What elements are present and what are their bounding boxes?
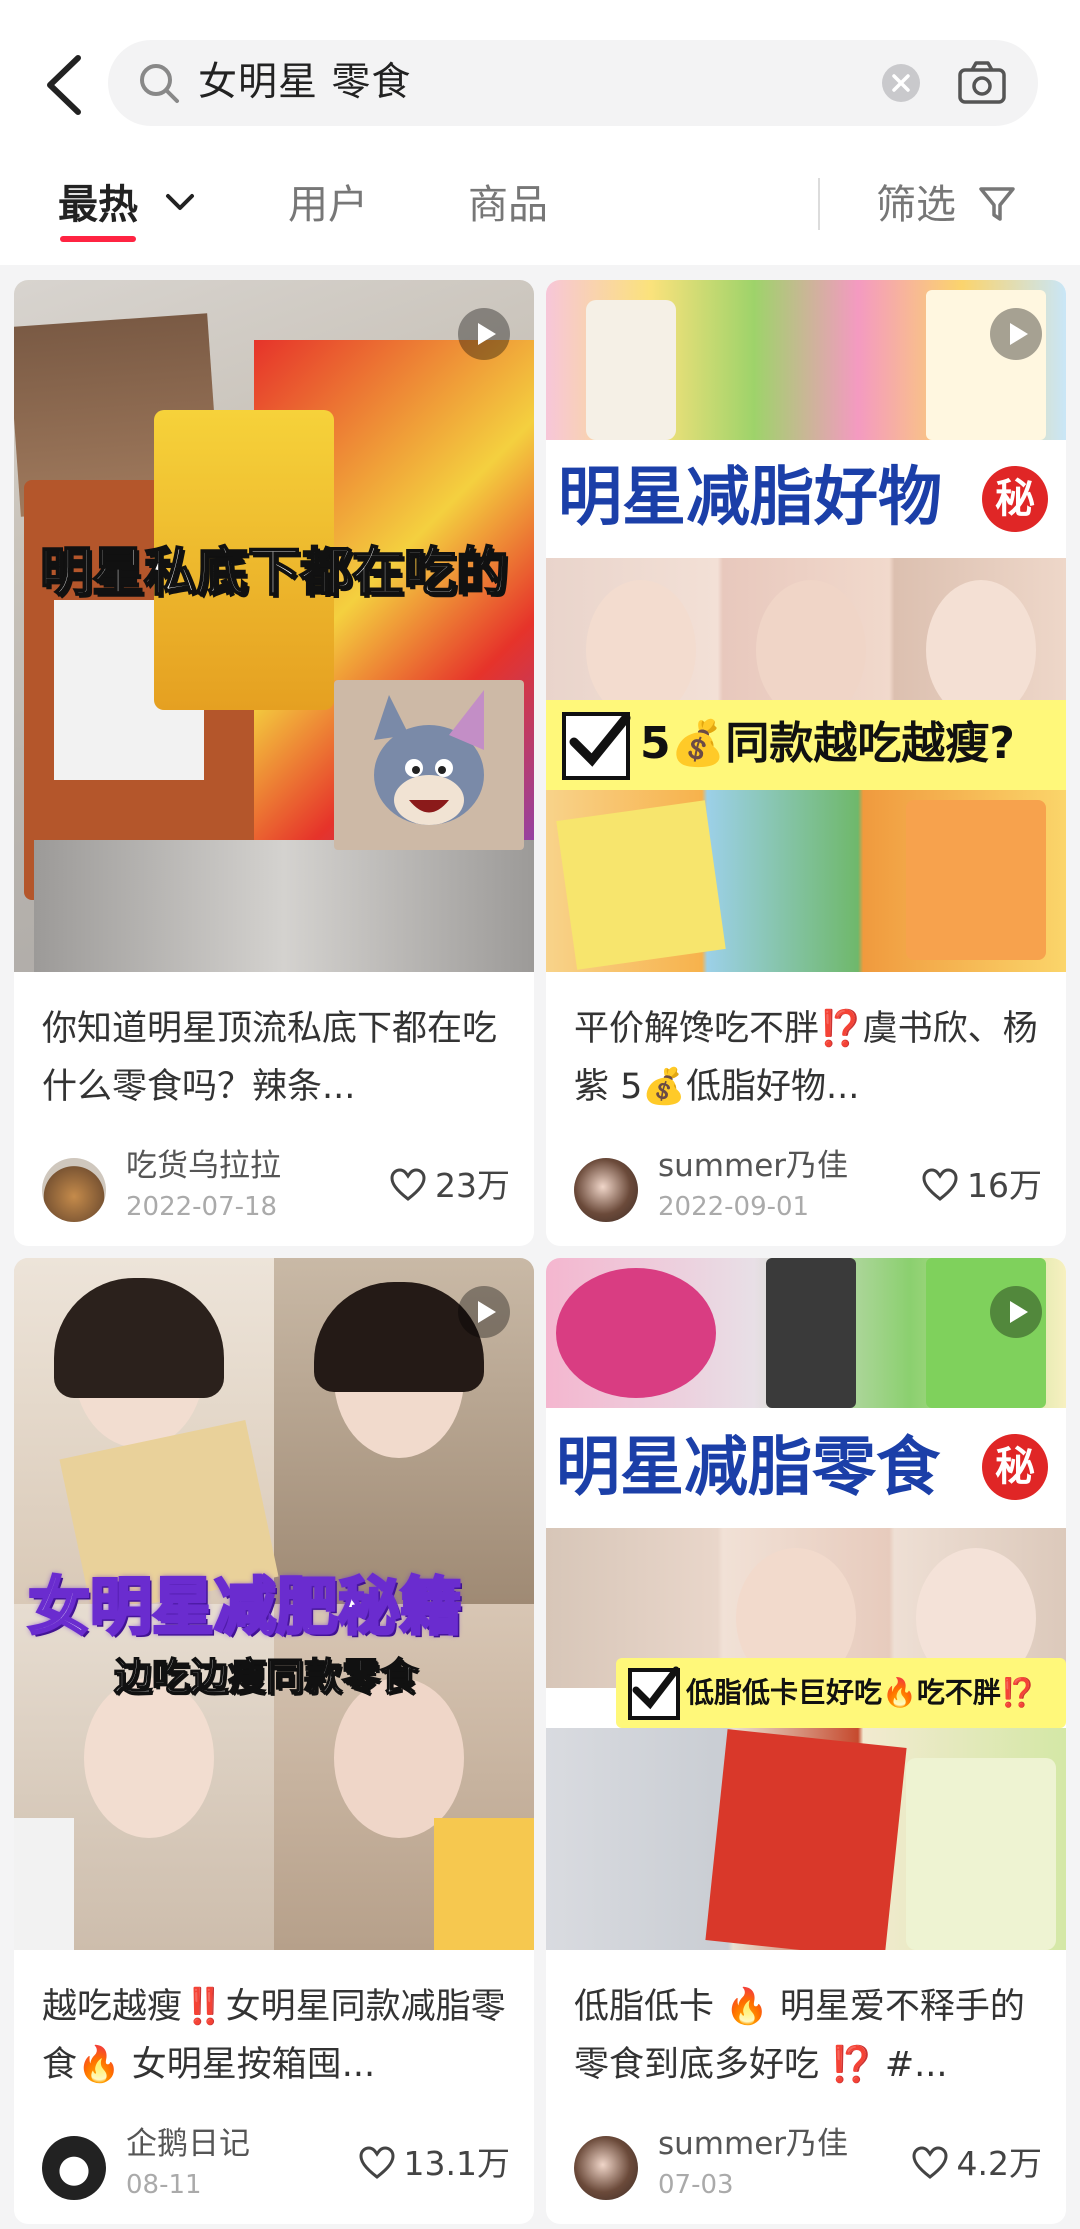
like-count: 4.2万 <box>956 2144 1042 2183</box>
cover-caption: 明星减脂零食 <box>556 1431 940 1505</box>
like-count: 23万 <box>435 1166 510 1205</box>
filter-button[interactable]: 筛选 <box>876 180 1017 230</box>
author-name[interactable]: 吃货乌拉拉 <box>126 1146 281 1186</box>
post-date: 2022-09-01 <box>658 1192 810 1222</box>
like-count: 13.1万 <box>403 2144 510 2183</box>
heart-icon <box>359 2146 395 2179</box>
heart-icon <box>922 1168 958 1201</box>
top-bar: 女明星 零食 最热 用户 商品 筛选 <box>0 0 1080 265</box>
active-tab-indicator <box>60 236 136 242</box>
post-date: 07-03 <box>658 2170 734 2200</box>
cover-subcaption: 低脂低卡巨好吃🔥吃不胖⁉️ <box>686 1676 1036 1709</box>
note-title[interactable]: 你知道明星顶流私底下都在吃什么零食吗？辣条... <box>42 1000 512 1116</box>
post-date: 2022-07-18 <box>126 1192 278 1222</box>
cover-caption: 明星减脂好物 <box>558 461 942 535</box>
avatar[interactable] <box>574 1158 638 1222</box>
avatar[interactable] <box>42 1158 106 1222</box>
cartoon-cat-image <box>374 690 484 825</box>
author-name[interactable]: 企鹅日记 <box>126 2124 250 2164</box>
note-cover[interactable]: 明星减脂零食 秘 低脂低卡巨好吃🔥吃不胖⁉️ <box>546 1258 1066 1950</box>
tab-users[interactable]: 用户 <box>288 180 368 230</box>
author-name[interactable]: summer乃佳 <box>658 1146 848 1186</box>
author-name[interactable]: summer乃佳 <box>658 2124 848 2164</box>
tab-products[interactable]: 商品 <box>468 180 548 230</box>
heart-icon <box>390 1168 426 1201</box>
cover-caption: 明星私底下都在吃的 <box>39 542 509 604</box>
back-arrow-icon[interactable] <box>40 50 90 120</box>
post-date: 08-11 <box>126 2170 202 2200</box>
note-card[interactable]: 明星减脂零食 秘 低脂低卡巨好吃🔥吃不胖⁉️ 低脂低卡 🔥 明星爱不释手的零食到… <box>546 1258 1066 2224</box>
search-query[interactable]: 女明星 零食 <box>198 58 411 108</box>
like-button[interactable]: 4.2万 <box>911 2142 1042 2186</box>
play-icon <box>458 308 510 360</box>
secret-badge: 秘 <box>982 1434 1048 1500</box>
avatar[interactable] <box>574 2136 638 2200</box>
heart-icon <box>912 2146 948 2179</box>
note-card[interactable]: 明星私底下都在吃的 你知道明星顶流私底下都在吃什么零食吗？辣条... 吃货乌拉拉… <box>14 280 534 1246</box>
note-title[interactable]: 越吃越瘦‼️女明星同款减脂零食🔥 女明星按箱囤... <box>42 1978 512 2094</box>
search-bar[interactable]: 女明星 零食 <box>108 40 1038 126</box>
secret-badge: 秘 <box>982 466 1048 532</box>
filter-icon <box>978 187 1015 221</box>
cover-subcaption: 边吃边瘦同款零食 <box>113 1654 419 1700</box>
clear-icon[interactable] <box>882 64 920 102</box>
checkmark-icon <box>632 1666 680 1710</box>
checkmark-icon <box>569 713 631 767</box>
cover-caption: 女明星减肥秘籍 <box>26 1569 463 1645</box>
note-title[interactable]: 低脂低卡 🔥 明星爱不释手的零食到底多好吃 ⁉️ #... <box>574 1978 1044 2094</box>
avatar[interactable] <box>42 2136 106 2200</box>
search-icon <box>140 64 179 103</box>
tab-label: 最热 <box>58 182 138 228</box>
filter-label: 筛选 <box>876 182 956 228</box>
tab-hottest[interactable]: 最热 <box>58 180 196 230</box>
note-card[interactable]: 女明星减肥秘籍 边吃边瘦同款零食 越吃越瘦‼️女明星同款减脂零食🔥 女明星按箱囤… <box>14 1258 534 2224</box>
chevron-down-icon <box>165 194 194 210</box>
like-button[interactable]: 16万 <box>921 1164 1042 1208</box>
cover-subcaption: 5💰同款越吃越瘦? <box>640 718 1015 769</box>
note-cover[interactable]: 女明星减肥秘籍 边吃边瘦同款零食 <box>14 1258 534 1950</box>
play-icon <box>990 1286 1042 1338</box>
note-title[interactable]: 平价解馋吃不胖⁉️虞书欣、杨紫 5💰低脂好物... <box>574 1000 1044 1116</box>
tab-divider <box>818 178 820 230</box>
note-cover[interactable]: 明星减脂好物 秘 5💰同款越吃越瘦? <box>546 280 1066 972</box>
play-icon <box>458 1286 510 1338</box>
play-icon <box>990 308 1042 360</box>
like-button[interactable]: 23万 <box>389 1164 510 1208</box>
camera-icon[interactable] <box>956 58 1008 108</box>
note-cover[interactable]: 明星私底下都在吃的 <box>14 280 534 972</box>
tab-bar: 最热 用户 商品 筛选 <box>0 160 1080 260</box>
note-card[interactable]: 明星减脂好物 秘 5💰同款越吃越瘦? 平价解馋吃不胖⁉️虞书欣、杨紫 5💰低脂好… <box>546 280 1066 1246</box>
like-button[interactable]: 13.1万 <box>358 2142 510 2186</box>
like-count: 16万 <box>967 1166 1042 1205</box>
